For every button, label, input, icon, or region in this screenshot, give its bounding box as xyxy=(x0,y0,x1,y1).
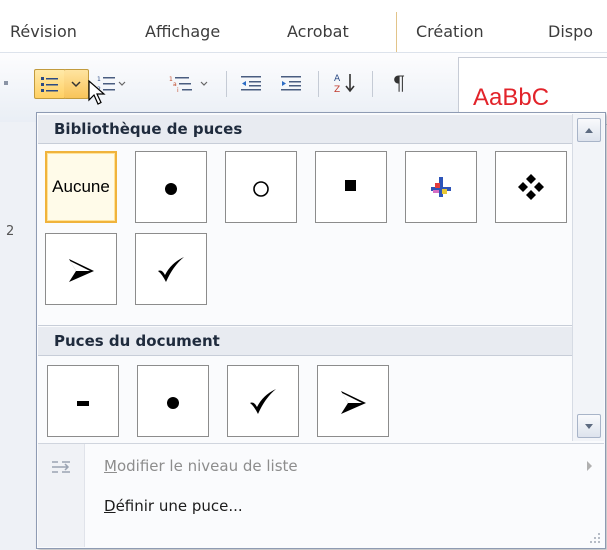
change-level-icon xyxy=(52,461,70,473)
section-heading-document: Puces du document xyxy=(38,327,572,355)
toolbar-separator xyxy=(372,71,373,97)
bullet-library-dropdown: Bibliothèque de puces Aucune Puces du do… xyxy=(36,112,606,549)
divider xyxy=(38,143,572,144)
tab-creation[interactable]: Création xyxy=(416,22,484,41)
svg-text:A: A xyxy=(334,74,341,84)
tab-acrobat[interactable]: Acrobat xyxy=(287,22,349,41)
tab-affichage[interactable]: Affichage xyxy=(145,22,220,41)
style-preview-text: AaBbC xyxy=(473,84,550,111)
scroll-up-button[interactable] xyxy=(577,118,601,142)
bullets-button[interactable] xyxy=(34,69,66,99)
bullet-option-four-diamond[interactable] xyxy=(495,151,567,223)
checkmark-bullet-icon xyxy=(158,257,184,282)
multilevel-list-button[interactable]: 1 a i xyxy=(166,69,218,97)
menu-divider xyxy=(38,443,604,444)
define-bullet-label: Définir une puce... xyxy=(104,497,243,515)
document-margin: 2 xyxy=(0,122,36,550)
hollow-circle-bullet-icon xyxy=(253,181,269,197)
document-bullet-dash[interactable] xyxy=(47,365,119,437)
filled-square-bullet-icon xyxy=(345,180,356,191)
menu-item-change-list-level[interactable]: Modifier le niveau de liste xyxy=(38,449,604,483)
define-bullet-text: éfinir une puce... xyxy=(115,497,243,515)
bullets-dropdown-button[interactable] xyxy=(64,69,89,99)
change-level-label: Modifier le niveau de liste xyxy=(104,457,298,475)
chevron-down-icon xyxy=(71,81,81,88)
sort-az-icon: A Z xyxy=(334,74,355,94)
document-bullet-filled-circle[interactable] xyxy=(137,365,209,437)
show-marks-button[interactable]: ¶ xyxy=(384,69,414,97)
arrowhead-bullet-icon xyxy=(69,259,94,282)
toolbar-separator xyxy=(318,71,319,97)
divider xyxy=(38,355,572,356)
section-heading-library: Bibliothèque de puces xyxy=(38,115,572,143)
tab-group-separator xyxy=(396,12,397,52)
change-level-accel: M xyxy=(104,457,117,475)
bullet-option-colored-cross[interactable] xyxy=(405,151,477,223)
decrease-indent-button[interactable] xyxy=(236,69,266,97)
multilevel-list-icon: 1 a i xyxy=(169,76,208,92)
sort-button[interactable]: A Z xyxy=(330,69,360,97)
document-bullet-arrowhead[interactable] xyxy=(317,365,389,437)
svg-text:i: i xyxy=(177,87,179,92)
bullet-list-icon xyxy=(41,77,58,92)
resize-grip-icon[interactable] xyxy=(589,532,601,544)
ruler-number: 2 xyxy=(6,224,15,239)
decrease-indent-icon xyxy=(241,76,261,91)
define-bullet-accel: D xyxy=(104,497,116,515)
tab-revision[interactable]: Révision xyxy=(10,22,77,41)
svg-text:Z: Z xyxy=(334,85,340,94)
arrowhead-bullet-icon xyxy=(341,391,366,414)
divider xyxy=(38,325,572,326)
filled-circle-bullet-icon xyxy=(167,397,179,409)
chevron-down-icon xyxy=(585,423,593,429)
bullet-option-filled-circle[interactable] xyxy=(135,151,207,223)
bullet-option-checkmark[interactable] xyxy=(135,233,207,305)
chevron-up-icon xyxy=(585,127,593,133)
colored-cross-bullet-icon xyxy=(431,177,451,197)
bullet-option-arrowhead[interactable] xyxy=(45,233,117,305)
menu-item-define-bullet[interactable]: Définir une puce... xyxy=(38,489,604,523)
increase-indent-button[interactable] xyxy=(276,69,306,97)
bullet-none-label: Aucune xyxy=(52,177,110,196)
increase-indent-icon xyxy=(281,76,301,91)
change-level-text: odifier le niveau de liste xyxy=(116,457,298,475)
document-bullet-checkmark[interactable] xyxy=(227,365,299,437)
gallery-scrollbar[interactable] xyxy=(572,114,604,441)
group-launcher-dot xyxy=(4,81,8,85)
filled-circle-bullet-icon xyxy=(165,183,177,195)
submenu-arrow-icon xyxy=(587,461,592,471)
bullet-option-filled-square[interactable] xyxy=(315,151,387,223)
checkmark-bullet-icon xyxy=(250,389,276,414)
toolbar-separator xyxy=(226,71,227,97)
scroll-down-button[interactable] xyxy=(577,414,601,438)
four-diamond-bullet-icon xyxy=(518,174,544,200)
dash-bullet-icon xyxy=(77,401,89,406)
bullet-option-hollow-circle[interactable] xyxy=(225,151,297,223)
tab-disposition[interactable]: Dispo xyxy=(548,22,593,41)
mouse-cursor-icon xyxy=(88,80,106,105)
ribbon-tab-bar: Révision Affichage Acrobat Création Disp… xyxy=(0,0,607,52)
bullet-option-none[interactable]: Aucune xyxy=(45,151,117,223)
